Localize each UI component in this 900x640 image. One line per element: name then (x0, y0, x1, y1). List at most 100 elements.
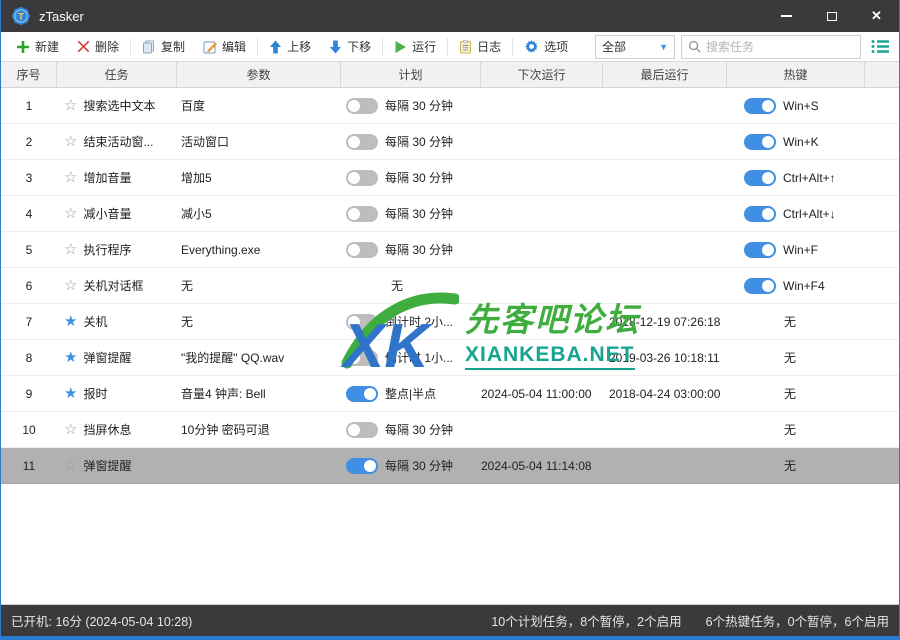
new-task-button[interactable]: 新建 (7, 34, 68, 60)
column-header-hotkey[interactable]: 热键 (727, 62, 865, 87)
star-filled-icon[interactable]: ★ (64, 386, 77, 401)
task-name: 减小音量 (83, 205, 131, 222)
plan-toggle[interactable] (346, 98, 378, 114)
row-number: 1 (1, 99, 57, 113)
hotkey-cell: Ctrl+Alt+↓ (727, 206, 865, 222)
hotkey-toggle[interactable] (744, 278, 776, 294)
hotkey-label: Ctrl+Alt+↓ (783, 207, 836, 221)
toolbar-separator (512, 38, 513, 56)
search-input[interactable] (706, 40, 854, 54)
table-row[interactable]: 6☆关机对话框无无Win+F4 (1, 268, 899, 304)
plan-label: 倒计时 1小... (385, 349, 453, 366)
task-cell: ★关机 (57, 313, 177, 330)
params-cell: 无 (177, 313, 341, 330)
task-cell: ☆关机对话框 (57, 277, 177, 294)
hotkey-label: Ctrl+Alt+↑ (783, 171, 836, 185)
uptime-status: 已开机: 16分 (2024-05-04 10:28) (11, 611, 192, 630)
star-outline-icon[interactable]: ☆ (64, 458, 77, 473)
hotkey-toggle[interactable] (744, 98, 776, 114)
row-number: 11 (1, 459, 57, 473)
star-outline-icon[interactable]: ☆ (64, 206, 77, 221)
toggle-knob (348, 208, 360, 220)
move-down-button[interactable]: 下移 (320, 34, 380, 60)
plan-toggle[interactable] (346, 206, 378, 222)
hotkey-cell: 无 (727, 457, 865, 474)
plan-cell: 每隔 30 分钟 (341, 133, 481, 150)
column-header-next-run[interactable]: 下次运行 (481, 62, 603, 87)
hotkey-cell: 无 (727, 421, 865, 438)
hotkey-toggle[interactable] (744, 206, 776, 222)
copy-task-label: 复制 (161, 38, 185, 55)
move-down-label: 下移 (347, 38, 371, 55)
plan-toggle[interactable] (346, 170, 378, 186)
arrow-down-icon (329, 40, 342, 54)
close-button[interactable]: ✕ (854, 0, 899, 32)
hotkey-toggle[interactable] (744, 134, 776, 150)
column-header-plan[interactable]: 计划 (341, 62, 481, 87)
plan-toggle[interactable] (346, 458, 378, 474)
star-outline-icon[interactable]: ☆ (64, 98, 77, 113)
copy-icon (142, 40, 156, 54)
star-filled-icon[interactable]: ★ (64, 314, 77, 329)
filter-dropdown[interactable]: 全部 ▼ (595, 35, 675, 59)
task-name: 结束活动窗... (83, 133, 153, 150)
hotkey-toggle[interactable] (744, 170, 776, 186)
table-row[interactable]: 8★弹窗提醒"我的提醒" QQ.wav倒计时 1小...2019-03-26 1… (1, 340, 899, 376)
star-outline-icon[interactable]: ☆ (64, 134, 77, 149)
hotkey-toggle[interactable] (744, 242, 776, 258)
table-row[interactable]: 7★关机无倒计时 2小...2018-12-19 07:26:18无 (1, 304, 899, 340)
copy-task-button[interactable]: 复制 (133, 34, 194, 60)
task-name: 搜索选中文本 (83, 97, 155, 114)
table-row[interactable]: 2☆结束活动窗...活动窗口每隔 30 分钟Win+K (1, 124, 899, 160)
plan-toggle[interactable] (346, 242, 378, 258)
star-outline-icon[interactable]: ☆ (64, 278, 77, 293)
toolbar-separator (130, 38, 131, 56)
hotkey-cell: Ctrl+Alt+↑ (727, 170, 865, 186)
column-header-last-run[interactable]: 最后运行 (603, 62, 727, 87)
log-button[interactable]: 日志 (450, 34, 510, 60)
column-header-task[interactable]: 任务 (57, 62, 177, 87)
task-table-body: 1☆搜索选中文本百度每隔 30 分钟Win+S2☆结束活动窗...活动窗口每隔 … (1, 88, 899, 605)
params-cell: 增加5 (177, 169, 341, 186)
star-filled-icon[interactable]: ★ (64, 350, 77, 365)
column-header-params[interactable]: 参数 (177, 62, 341, 87)
move-up-button[interactable]: 上移 (260, 34, 320, 60)
minimize-button[interactable] (764, 0, 809, 32)
svg-text:T: T (18, 12, 24, 23)
row-number: 9 (1, 387, 57, 401)
toggle-knob (762, 280, 774, 292)
plan-cell: 每隔 30 分钟 (341, 169, 481, 186)
options-button[interactable]: 选项 (515, 34, 577, 60)
toolbar-right-group: 全部 ▼ (595, 35, 893, 59)
task-cell: ★报时 (57, 385, 177, 402)
row-number: 10 (1, 423, 57, 437)
hotkey-cell: 无 (727, 349, 865, 366)
table-row[interactable]: 11☆弹窗提醒每隔 30 分钟2024-05-04 11:14:08无 (1, 448, 899, 484)
edit-task-button[interactable]: 编辑 (194, 34, 255, 60)
run-task-button[interactable]: 运行 (385, 34, 445, 60)
star-outline-icon[interactable]: ☆ (64, 242, 77, 257)
window-title: zTasker (39, 9, 84, 24)
star-outline-icon[interactable]: ☆ (64, 170, 77, 185)
list-view-button[interactable] (867, 35, 893, 59)
table-row[interactable]: 9★报时音量4 钟声: Bell整点|半点2024-05-04 11:00:00… (1, 376, 899, 412)
star-outline-icon[interactable]: ☆ (64, 422, 77, 437)
search-icon (688, 40, 701, 53)
table-row[interactable]: 5☆执行程序Everything.exe每隔 30 分钟Win+F (1, 232, 899, 268)
maximize-button[interactable] (809, 0, 854, 32)
list-icon (871, 39, 890, 54)
column-header-no[interactable]: 序号 (1, 62, 57, 87)
table-row[interactable]: 3☆增加音量增加5每隔 30 分钟Ctrl+Alt+↑ (1, 160, 899, 196)
table-row[interactable]: 4☆减小音量减小5每隔 30 分钟Ctrl+Alt+↓ (1, 196, 899, 232)
plan-cell: 每隔 30 分钟 (341, 205, 481, 222)
task-name: 弹窗提醒 (83, 349, 131, 366)
task-name: 挡屏休息 (83, 421, 131, 438)
plan-toggle[interactable] (346, 134, 378, 150)
table-row[interactable]: 10☆挡屏休息10分钟 密码可退每隔 30 分钟无 (1, 412, 899, 448)
plan-toggle[interactable] (346, 314, 378, 330)
table-row[interactable]: 1☆搜索选中文本百度每隔 30 分钟Win+S (1, 88, 899, 124)
plan-toggle[interactable] (346, 422, 378, 438)
plan-toggle[interactable] (346, 350, 378, 366)
delete-task-button[interactable]: 删除 (68, 34, 128, 60)
plan-toggle[interactable] (346, 386, 378, 402)
